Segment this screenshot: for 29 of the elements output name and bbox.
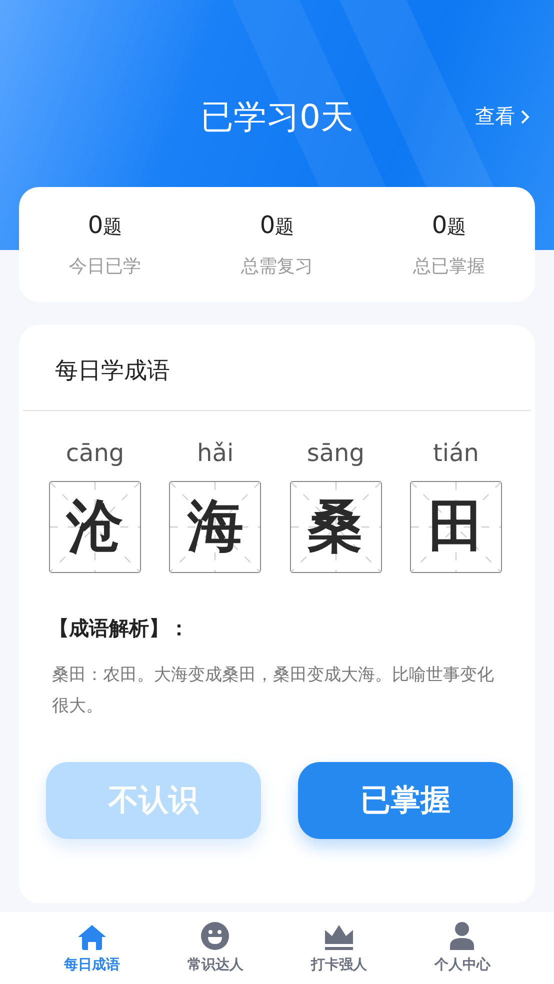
stat-value: 0题: [432, 211, 466, 240]
smiley-icon: [201, 922, 230, 950]
analysis-heading: 【成语解析】：: [48, 615, 190, 642]
character-grid: 沧: [49, 481, 141, 573]
stat-label: 总已掌握: [413, 255, 485, 278]
character-grid: 海: [169, 481, 262, 573]
view-link[interactable]: 查看: [475, 103, 530, 130]
tab-item[interactable]: 每日成语: [64, 912, 120, 984]
mastered-button[interactable]: 已掌握: [298, 762, 513, 839]
character-grid: 田: [410, 481, 502, 573]
chevron-icon: [520, 108, 530, 124]
pinyin-text: cāng: [66, 439, 124, 467]
tab-item[interactable]: 个人中心: [434, 912, 490, 984]
card-title: 每日学成语: [23, 325, 531, 411]
stat-value: 0题: [88, 211, 122, 240]
person-icon: [449, 922, 476, 950]
page-title: 已学习0天: [200, 96, 354, 138]
analysis-text: 桑田：农田。大海变成桑田，桑田变成大海。比喻世事变化很大。: [52, 664, 495, 718]
character-grid: 桑: [290, 481, 382, 573]
tab-item[interactable]: 常识达人: [187, 912, 244, 984]
stat-label: 今日已学: [69, 255, 141, 278]
home-icon: [76, 924, 107, 950]
pinyin-text: tián: [432, 439, 479, 467]
tab-item[interactable]: 打卡强人: [310, 912, 367, 984]
stat-value: 0题: [260, 211, 294, 240]
crown-icon: [324, 924, 354, 950]
pinyin-text: sāng: [306, 439, 364, 467]
pinyin-text: hǎi: [197, 439, 234, 467]
stat-label: 总需复习: [241, 255, 313, 278]
